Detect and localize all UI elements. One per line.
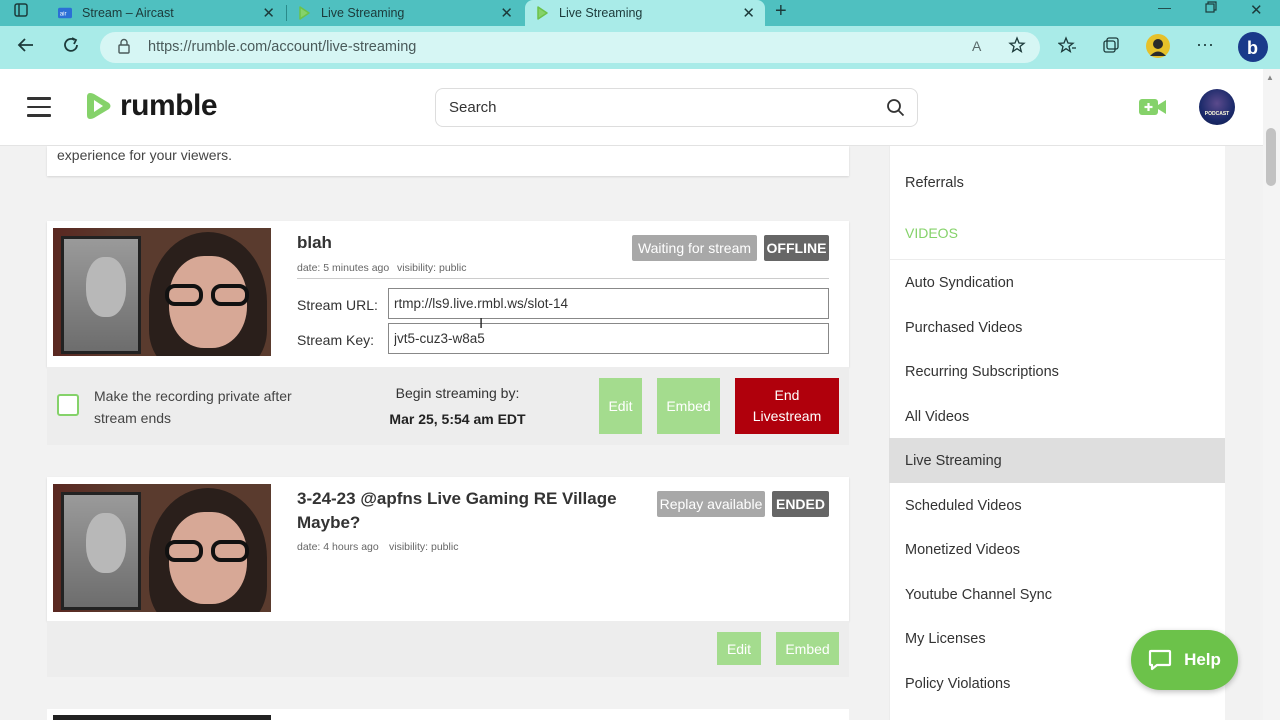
help-button[interactable]: Help	[1131, 630, 1238, 690]
private-recording-label: Make the recording private after stream …	[94, 388, 292, 426]
avatar-text: PODCAST	[1204, 111, 1230, 117]
begin-streaming-label: Begin streaming by:	[395, 385, 520, 401]
rumble-logo-icon	[87, 93, 111, 119]
search-input[interactable]: Search	[449, 99, 497, 116]
begin-streaming-value: Mar 25, 5:54 am EDT	[389, 411, 526, 427]
sidebar-item-scheduled-videos[interactable]: Scheduled Videos	[889, 483, 1225, 528]
add-favorite-icon[interactable]	[1008, 36, 1026, 59]
thumbnail-glasses	[165, 284, 253, 306]
bing-copilot-icon[interactable]: b	[1237, 31, 1269, 68]
url-text[interactable]: https://rumble.com/account/live-streamin…	[148, 39, 416, 55]
stream-key-label: Stream Key:	[297, 332, 375, 348]
tab-label: Live Streaming	[321, 6, 405, 20]
back-arrow-icon[interactable]	[17, 36, 35, 59]
rumble-favicon-icon	[297, 6, 311, 20]
tab-actions-icon[interactable]	[14, 3, 28, 20]
stream-thumbnail[interactable]	[53, 484, 271, 612]
tab-label: Live Streaming	[559, 6, 643, 20]
stream-date: date: 5 minutes ago	[297, 262, 390, 274]
stream-title[interactable]: 3-24-23 @apfns Live Gaming RE Village Ma…	[297, 487, 637, 535]
stream-visibility: visibility: public	[389, 541, 459, 553]
stream-date: date: 4 hours ago	[297, 541, 379, 553]
menu-icon[interactable]	[27, 97, 51, 117]
search-box[interactable]	[435, 88, 918, 127]
sidebar-item-live-streaming[interactable]: Live Streaming	[889, 438, 1225, 483]
logo-text: rumble	[120, 89, 218, 122]
svg-text:b: b	[1247, 38, 1258, 58]
embed-button[interactable]: Embed	[776, 632, 839, 665]
rumble-favicon-icon	[535, 6, 549, 20]
favorites-icon[interactable]	[1057, 36, 1076, 59]
thumbnail-poster	[61, 236, 141, 354]
tab-separator	[286, 5, 287, 21]
scroll-up-icon[interactable]: ▲	[1266, 73, 1274, 82]
ended-badge: ENDED	[772, 491, 829, 517]
sidebar-item-youtube-channel-sync[interactable]: Youtube Channel Sync	[889, 572, 1225, 617]
search-icon[interactable]	[886, 98, 905, 122]
tab-label: Stream – Aircast	[82, 6, 174, 20]
chat-bubble-icon	[1148, 649, 1172, 671]
collections-icon[interactable]	[1102, 36, 1120, 59]
sidebar-item-all-videos[interactable]: All Videos	[889, 394, 1225, 439]
private-recording-checkbox[interactable]	[57, 394, 79, 416]
tab-aircast[interactable]: air Stream – Aircast ✕	[50, 0, 285, 26]
sidebar-item-purchased-videos[interactable]: Purchased Videos	[889, 305, 1225, 350]
close-window-icon[interactable]: ✕	[1250, 1, 1263, 19]
rumble-logo[interactable]: rumble	[84, 89, 218, 123]
more-options-icon[interactable]: ···	[1196, 34, 1214, 55]
status-badge: Waiting for stream	[632, 235, 757, 261]
sidebar-item-auto-syndication[interactable]: Auto Syndication	[889, 260, 1225, 305]
sidebar-item-recurring-subscriptions[interactable]: Recurring Subscriptions	[889, 349, 1225, 394]
stream-thumbnail[interactable]	[53, 228, 271, 356]
read-aloud-icon[interactable]: A	[972, 38, 981, 54]
close-tab-icon[interactable]: ✕	[500, 4, 513, 22]
edit-button[interactable]: Edit	[717, 632, 761, 665]
embed-button[interactable]: Embed	[657, 378, 720, 434]
thumbnail-poster	[61, 492, 141, 610]
restore-icon[interactable]	[1205, 1, 1217, 16]
sidebar-item-referrals[interactable]: Referrals	[889, 160, 1225, 205]
stream-thumbnail[interactable]	[53, 715, 271, 720]
divider	[297, 278, 829, 279]
text-cursor-icon: I	[479, 315, 484, 332]
tab-live-streaming-1[interactable]: Live Streaming ✕	[289, 0, 523, 26]
close-tab-icon[interactable]: ✕	[262, 4, 275, 22]
scrollbar-thumb[interactable]	[1266, 128, 1276, 186]
stream-url-label: Stream URL:	[297, 297, 378, 313]
end-livestream-button[interactable]: End Livestream	[735, 378, 839, 434]
refresh-icon[interactable]	[62, 36, 80, 59]
sidebar-item-monetized-videos[interactable]: Monetized Videos	[889, 527, 1225, 572]
thumbnail-glasses	[165, 540, 253, 562]
close-tab-icon[interactable]: ✕	[742, 4, 755, 22]
stream-visibility: visibility: public	[397, 262, 467, 274]
lock-icon[interactable]	[117, 38, 131, 59]
profile-picture-icon[interactable]	[1146, 34, 1170, 63]
intro-text: experience for your viewers.	[57, 147, 233, 163]
offline-badge: OFFLINE	[764, 235, 829, 261]
replay-badge[interactable]: Replay available	[657, 491, 765, 517]
user-avatar[interactable]: PODCAST	[1199, 89, 1235, 125]
stream-url-field[interactable]	[388, 288, 829, 319]
help-label: Help	[1184, 650, 1221, 669]
edit-button[interactable]: Edit	[599, 378, 642, 434]
minimize-icon[interactable]: —	[1158, 0, 1171, 15]
sidebar-section-videos: VIDEOS	[905, 225, 958, 241]
go-live-camera-icon[interactable]	[1138, 96, 1168, 123]
tab-live-streaming-active[interactable]: Live Streaming ✕	[525, 0, 765, 26]
svg-text:air: air	[60, 11, 67, 18]
stream-title[interactable]: blah	[297, 231, 332, 255]
new-tab-icon[interactable]: +	[775, 0, 787, 23]
aircast-favicon-icon: air	[58, 6, 72, 20]
stream-key-field[interactable]	[388, 323, 829, 354]
